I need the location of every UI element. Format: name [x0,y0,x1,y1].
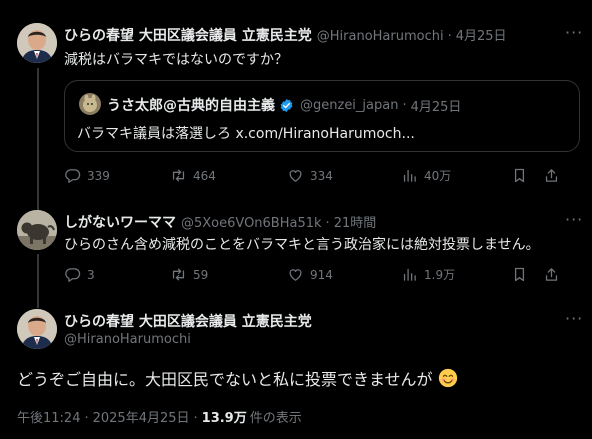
quote-avatar[interactable] [79,93,101,115]
retweet-icon [172,169,185,182]
bookmark-icon [514,267,525,282]
separator: · [447,29,452,44]
smiling-face-emoji [438,368,457,388]
avatar[interactable] [17,23,57,63]
retweet-button[interactable]: 59 [170,266,287,283]
tweet-meta: 午後11:24 · 2025年4月25日 · 13.9万 件の表示 [17,407,302,426]
author-handle[interactable]: @HiranoHarumochi [64,332,191,347]
like-count: 914 [310,267,333,282]
separator: · [325,216,330,231]
views-button[interactable]: 1.9万 [401,266,511,283]
views-count: 1.9万 [424,268,456,282]
more-icon[interactable]: ··· [565,210,583,229]
reply-count: 339 [87,168,110,183]
share-icon [545,169,558,182]
retweet-icon [172,268,185,281]
verified-icon [280,98,293,112]
thread-line [37,254,39,296]
thread-line [37,296,39,308]
author-name[interactable]: しがないワーママ [64,212,176,232]
bookmark-icon [514,168,525,183]
retweet-count: 464 [193,168,216,183]
avatar[interactable] [17,210,57,250]
more-icon[interactable]: ··· [565,309,583,328]
quote-date[interactable]: 4月25日 [411,96,462,115]
tweet-1[interactable]: ひらの春望 大田区議会議員 立憲民主党 @HiranoHarumochi · 4… [0,0,592,198]
views-count: 13.9万 [201,411,247,426]
quote-author-handle[interactable]: @genzei_japan [300,98,398,113]
tweet-date[interactable]: 2025年4月25日 [93,407,190,426]
share-button[interactable] [543,266,566,283]
tweet-2[interactable]: しがないワーママ @5Xoe6VOn6BHa51k · 21時間 ··· ひらの… [0,198,592,296]
bookmark-button[interactable] [511,167,543,184]
like-icon [289,269,302,281]
quote-author-name[interactable]: うさ太郎@古典的自由主義 [107,95,275,115]
reply-count: 3 [87,267,95,282]
separator: · [193,411,198,426]
like-icon [289,170,302,182]
author-name[interactable]: ひらの春望 大田区議会議員 立憲民主党 [64,311,312,331]
views-button[interactable]: 40万 [401,167,511,184]
author-handle[interactable]: @HiranoHarumochi [317,29,444,44]
author-handle[interactable]: @5Xoe6VOn6BHa51k [181,216,322,231]
tweet-3-main: ひらの春望 大田区議会議員 立憲民主党 @HiranoHarumochi ···… [0,296,592,439]
quote-text: バラマキ議員は落選しろ x.com/HiranoHarumoch... [77,126,415,142]
tweet-text: ひらのさん含め減税のことをバラマキと言う政治家には絶対投票しません。 [64,237,540,253]
share-button[interactable] [543,167,566,184]
separator: · [84,411,89,426]
like-count: 334 [310,168,333,183]
views-icon [403,169,416,182]
author-name[interactable]: ひらの春望 大田区議会議員 立憲民主党 [64,25,312,45]
separator: · [402,97,407,113]
thread-line [37,68,39,198]
retweet-button[interactable]: 464 [170,167,287,184]
tweet-text: 減税はバラマキではないのですか？ [64,52,288,68]
reply-icon [65,169,81,183]
reply-button[interactable]: 339 [64,167,170,184]
thread-line [37,198,39,210]
tweet-date[interactable]: 21時間 [334,212,377,231]
tweet-text: どうぞご自由に。大田区民でないと私に投票できませんが [17,366,458,390]
views-icon [403,268,416,281]
share-icon [545,268,558,281]
views-suffix: 件の表示 [249,411,302,426]
reply-icon [65,268,81,282]
like-button[interactable]: 914 [287,266,401,283]
tweet-text-content: どうぞご自由に。大田区民でないと私に投票できませんが [17,370,433,389]
reply-button[interactable]: 3 [64,266,170,283]
tweet-time[interactable]: 午後11:24 [17,407,80,426]
retweet-count: 59 [193,267,209,282]
avatar[interactable] [17,309,57,349]
action-bar: 339 464 334 40万 [64,167,582,184]
tweet-date[interactable]: 4月25日 [456,25,507,44]
bookmark-button[interactable] [511,266,543,283]
like-button[interactable]: 334 [287,167,401,184]
action-bar: 3 59 914 1.9万 [64,266,582,283]
quoted-tweet[interactable]: うさ太郎@古典的自由主義 @genzei_japan · 4月25日 バラマキ議… [64,80,580,152]
more-icon[interactable]: ··· [565,23,583,42]
views-count: 40万 [424,169,452,183]
